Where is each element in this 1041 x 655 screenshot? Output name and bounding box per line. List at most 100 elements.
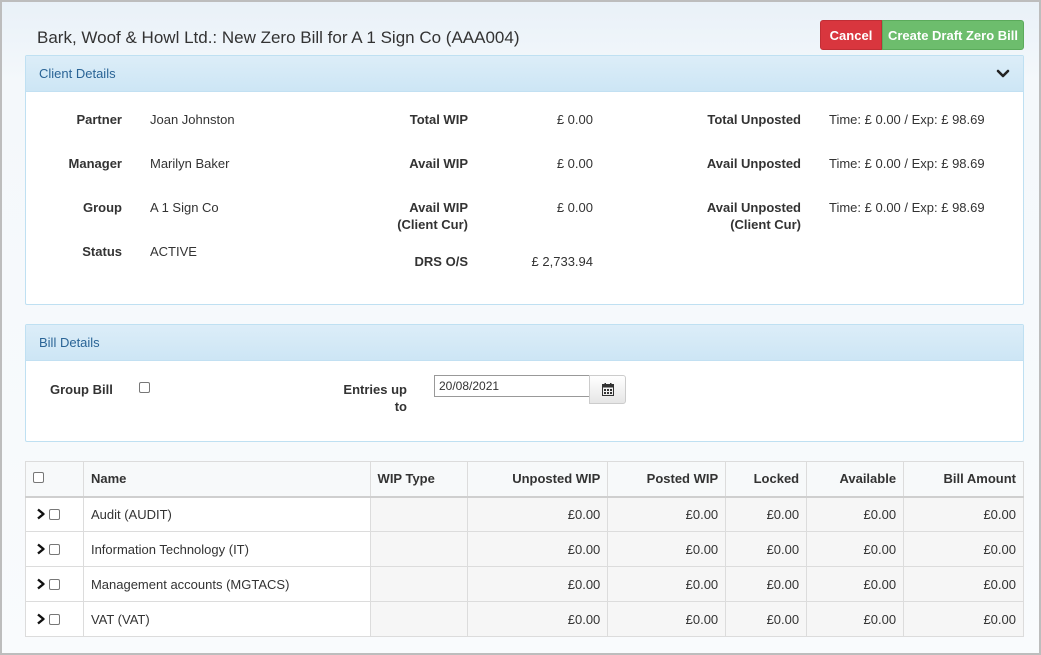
- total-wip-value: £ 0.00: [556, 112, 593, 127]
- row-locked: £0.00: [725, 601, 808, 637]
- avail-wip-cc-label-line2: (Client Cur): [397, 217, 468, 232]
- drs-os-value: £ 2,733.94: [531, 254, 593, 269]
- avail-unposted-client-cur-value: Time: £ 0.00 / Exp: £ 98.69: [829, 200, 985, 215]
- manager-label: Manager: [68, 156, 122, 171]
- row-locked: £0.00: [725, 496, 808, 532]
- table-row: Audit (AUDIT) £0.00 £0.00 £0.00 £0.00 £0…: [25, 496, 1024, 532]
- row-unposted-wip: £0.00: [467, 566, 609, 602]
- client-details-header[interactable]: Client Details: [26, 56, 1023, 92]
- avail-unposted-cc-label-line2: (Client Cur): [730, 217, 801, 232]
- row-controls: [25, 566, 84, 602]
- row-checkbox[interactable]: [49, 613, 60, 625]
- avail-wip-client-cur-value: £ 0.00: [556, 200, 593, 215]
- row-locked: £0.00: [725, 566, 808, 602]
- row-name: Audit (AUDIT): [82, 496, 371, 532]
- column-header-wip-type[interactable]: WIP Type: [369, 461, 469, 498]
- row-checkbox[interactable]: [49, 543, 60, 555]
- row-bill-amount[interactable]: £0.00: [903, 601, 1024, 637]
- row-name: Management accounts (MGTACS): [82, 566, 371, 602]
- row-available: £0.00: [806, 566, 905, 602]
- row-available: £0.00: [806, 601, 905, 637]
- entries-label-line2: to: [394, 399, 407, 414]
- column-header-locked[interactable]: Locked: [725, 461, 808, 498]
- avail-unposted-cc-label-line1: Avail Unposted: [706, 200, 801, 215]
- partner-value: Joan Johnston: [150, 112, 235, 127]
- column-header-name[interactable]: Name: [82, 461, 371, 498]
- avail-unposted-value: Time: £ 0.00 / Exp: £ 98.69: [829, 156, 985, 171]
- select-all-checkbox[interactable]: [33, 472, 44, 484]
- partner-label: Partner: [76, 112, 122, 127]
- window-frame: Bark, Woof & Howl Ltd.: New Zero Bill fo…: [0, 0, 1041, 655]
- chevron-right-icon[interactable]: [36, 543, 46, 555]
- total-unposted-value: Time: £ 0.00 / Exp: £ 98.69: [829, 112, 985, 127]
- status-value: ACTIVE: [150, 244, 197, 259]
- table-row: VAT (VAT) £0.00 £0.00 £0.00 £0.00 £0.00: [25, 601, 1024, 637]
- row-bill-amount[interactable]: £0.00: [903, 531, 1024, 567]
- row-wip-type: [369, 496, 469, 532]
- total-unposted-label: Total Unposted: [707, 112, 801, 127]
- chevron-right-icon[interactable]: [36, 613, 46, 625]
- row-checkbox[interactable]: [49, 578, 60, 590]
- group-bill-label: Group Bill: [50, 382, 113, 397]
- group-bill-checkbox[interactable]: [139, 382, 150, 393]
- row-wip-type: [369, 531, 469, 567]
- create-draft-zero-bill-button[interactable]: Create Draft Zero Bill: [882, 20, 1024, 50]
- client-details-panel: Client Details Partner Joan Johnston Man…: [25, 55, 1024, 305]
- row-controls: [25, 601, 84, 637]
- row-available: £0.00: [806, 531, 905, 567]
- client-details-title: Client Details: [39, 66, 116, 81]
- row-posted-wip: £0.00: [607, 566, 727, 602]
- table-header-row: Name WIP Type Unposted WIP Posted WIP Lo…: [25, 461, 1024, 498]
- row-checkbox[interactable]: [49, 508, 60, 520]
- row-unposted-wip: £0.00: [467, 601, 609, 637]
- entries-label-line1: Entries up: [343, 382, 407, 397]
- row-wip-type: [369, 566, 469, 602]
- table-row: Information Technology (IT) £0.00 £0.00 …: [25, 531, 1024, 567]
- calendar-icon: [601, 383, 614, 396]
- avail-wip-label: Avail WIP: [409, 156, 468, 171]
- bill-details-panel: Bill Details Group Bill Entries up to: [25, 324, 1024, 442]
- group-value: A 1 Sign Co: [150, 200, 219, 215]
- row-name: VAT (VAT): [82, 601, 371, 637]
- chevron-right-icon[interactable]: [36, 508, 46, 520]
- column-header-posted-wip[interactable]: Posted WIP: [607, 461, 727, 498]
- row-wip-type: [369, 601, 469, 637]
- row-unposted-wip: £0.00: [467, 531, 609, 567]
- select-all-cell: [25, 461, 84, 498]
- drs-os-label: DRS O/S: [414, 254, 468, 269]
- status-label: Status: [82, 244, 122, 259]
- manager-value: Marilyn Baker: [150, 156, 230, 171]
- avail-unposted-client-cur-label: Avail Unposted (Client Cur): [707, 199, 801, 233]
- wip-table: Name WIP Type Unposted WIP Posted WIP Lo…: [25, 461, 1024, 637]
- column-header-unposted-wip[interactable]: Unposted WIP: [467, 461, 609, 498]
- cancel-button[interactable]: Cancel: [820, 20, 882, 50]
- avail-wip-cc-label-line1: Avail WIP: [409, 200, 468, 215]
- row-name: Information Technology (IT): [82, 531, 371, 567]
- bill-details-title: Bill Details: [39, 335, 100, 350]
- avail-unposted-label: Avail Unposted: [706, 156, 801, 171]
- row-bill-amount[interactable]: £0.00: [903, 496, 1024, 532]
- entries-up-to-date-input[interactable]: [434, 375, 590, 397]
- row-controls: [25, 531, 84, 567]
- table-row: Management accounts (MGTACS) £0.00 £0.00…: [25, 566, 1024, 602]
- row-controls: [25, 496, 84, 532]
- column-header-available[interactable]: Available: [806, 461, 905, 498]
- row-posted-wip: £0.00: [607, 601, 727, 637]
- row-posted-wip: £0.00: [607, 531, 727, 567]
- row-bill-amount[interactable]: £0.00: [903, 566, 1024, 602]
- entries-up-to-label: Entries up to: [343, 381, 407, 415]
- group-label: Group: [83, 200, 122, 215]
- column-header-bill-amount[interactable]: Bill Amount: [903, 461, 1024, 498]
- chevron-right-icon[interactable]: [36, 578, 46, 590]
- row-locked: £0.00: [725, 531, 808, 567]
- avail-wip-value: £ 0.00: [556, 156, 593, 171]
- row-available: £0.00: [806, 496, 905, 532]
- chevron-down-icon[interactable]: [995, 66, 1011, 82]
- row-unposted-wip: £0.00: [467, 496, 609, 532]
- page-title: Bark, Woof & Howl Ltd.: New Zero Bill fo…: [37, 28, 520, 47]
- avail-wip-client-cur-label: Avail WIP (Client Cur): [397, 199, 468, 233]
- row-posted-wip: £0.00: [607, 496, 727, 532]
- bill-details-header: Bill Details: [26, 325, 1023, 361]
- total-wip-label: Total WIP: [409, 112, 468, 127]
- calendar-button[interactable]: [589, 375, 626, 404]
